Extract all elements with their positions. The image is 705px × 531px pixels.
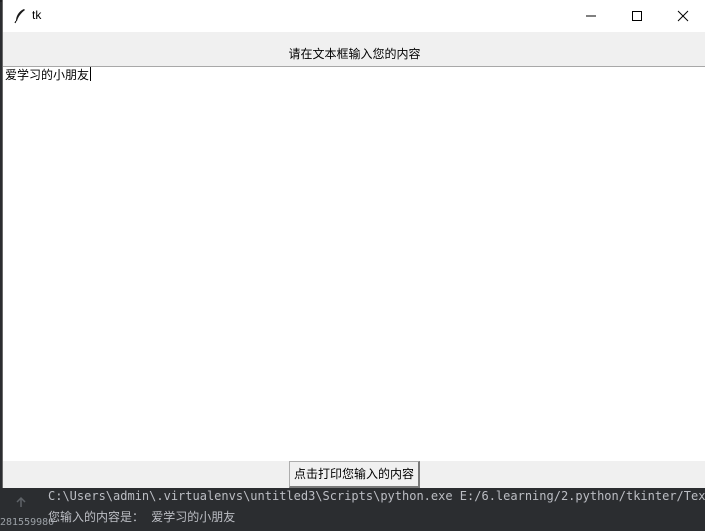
gutter-number: 281559980 bbox=[0, 517, 55, 528]
text-input-content: 爱学习的小朋友 bbox=[5, 67, 92, 83]
title-bar[interactable]: tk bbox=[3, 0, 705, 32]
prompt-label: 请在文本框输入您的内容 bbox=[288, 47, 421, 61]
tk-window: tk 请在文本框输入您的内容 爱学习的小朋友 点击打印您输入的内容 bbox=[2, 0, 705, 488]
minimize-button[interactable] bbox=[568, 0, 614, 32]
print-button[interactable]: 点击打印您输入的内容 bbox=[289, 461, 421, 488]
close-button[interactable] bbox=[660, 0, 705, 32]
minimize-icon bbox=[585, 10, 597, 22]
text-input-value: 爱学习的小朋友 bbox=[5, 68, 90, 82]
console-command-line: C:\Users\admin\.virtualenvs\untitled3\Sc… bbox=[48, 489, 705, 503]
feather-icon bbox=[13, 8, 27, 24]
text-input-area[interactable]: 爱学习的小朋友 bbox=[3, 66, 705, 461]
run-console: 281559980 C:\Users\admin\.virtualenvs\un… bbox=[0, 488, 705, 531]
text-caret bbox=[90, 67, 92, 81]
console-gutter: 281559980 bbox=[0, 488, 54, 531]
maximize-button[interactable] bbox=[614, 0, 660, 32]
close-icon bbox=[677, 10, 689, 22]
maximize-icon bbox=[631, 10, 643, 22]
arrow-up-icon[interactable] bbox=[14, 494, 28, 508]
window-title: tk bbox=[32, 8, 42, 22]
console-output-line: 您输入的内容是： 爱学习的小朋友 bbox=[48, 510, 236, 524]
